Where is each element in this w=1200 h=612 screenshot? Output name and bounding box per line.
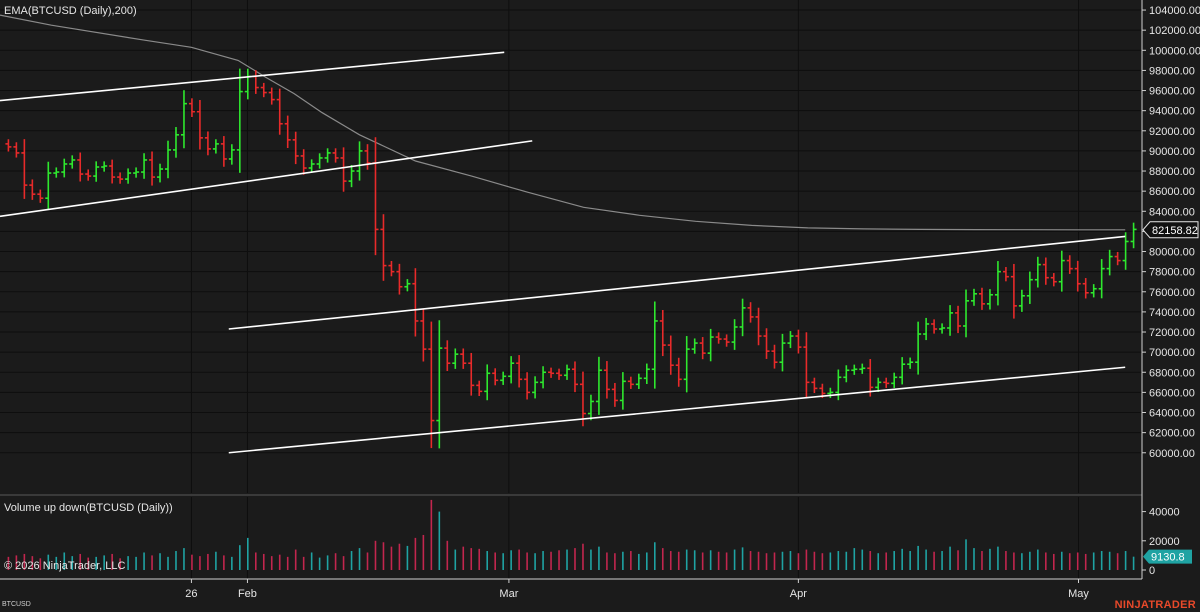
y-tick-label: 100000.00 — [1149, 45, 1200, 57]
volume-tick-label: 40000 — [1149, 507, 1180, 519]
x-tick-label: Mar — [499, 588, 518, 600]
last-price-label: 82158.82 — [1152, 225, 1198, 237]
y-tick-label: 88000.00 — [1149, 166, 1195, 178]
x-tick-label: 26 — [185, 588, 197, 600]
y-tick-label: 94000.00 — [1149, 106, 1195, 118]
volume-indicator-label[interactable]: Volume up down(BTCUSD (Daily)) — [4, 502, 173, 514]
y-tick-label: 86000.00 — [1149, 186, 1195, 198]
y-tick-label: 90000.00 — [1149, 146, 1195, 158]
y-tick-label: 68000.00 — [1149, 367, 1195, 379]
x-tick-label: Apr — [790, 588, 807, 600]
price-chart[interactable]: 60000.00 62000.00 64000.00 66000.00 68000.00… — [0, 0, 1200, 612]
y-tick-label: 98000.00 — [1149, 65, 1195, 77]
y-tick-label: 74000.00 — [1149, 307, 1195, 319]
volume-axis[interactable]: 0 20000 40000 — [1142, 507, 1180, 577]
last-volume-label: 9130.8 — [1151, 552, 1185, 564]
y-tick-label: 84000.00 — [1149, 206, 1195, 218]
ema-indicator-label[interactable]: EMA(BTCUSD (Daily),200) — [4, 5, 137, 17]
price-panel-background — [0, 0, 1142, 493]
y-tick-label: 64000.00 — [1149, 408, 1195, 420]
y-tick-label: 104000.00 — [1149, 5, 1200, 17]
y-tick-label: 72000.00 — [1149, 327, 1195, 339]
copyright-text: © 2026 NinjaTrader, LLC — [4, 560, 126, 572]
volume-tick-label: 20000 — [1149, 536, 1180, 548]
y-tick-label: 96000.00 — [1149, 86, 1195, 98]
symbol-label: BTCUSD — [2, 601, 31, 608]
ninjatrader-logo: NINJATRADER — [1114, 599, 1196, 611]
y-tick-label: 92000.00 — [1149, 126, 1195, 138]
x-tick-label: May — [1068, 588, 1089, 600]
y-tick-label: 80000.00 — [1149, 247, 1195, 259]
x-tick-label: Feb — [238, 588, 257, 600]
volume-tick-label: 0 — [1149, 565, 1155, 577]
y-tick-label: 102000.00 — [1149, 25, 1200, 37]
y-tick-label: 62000.00 — [1149, 428, 1195, 440]
y-tick-label: 66000.00 — [1149, 387, 1195, 399]
time-axis[interactable]: 26 Feb Mar Apr May — [185, 579, 1089, 600]
y-tick-label: 78000.00 — [1149, 267, 1195, 279]
y-tick-label: 70000.00 — [1149, 347, 1195, 359]
y-tick-label: 76000.00 — [1149, 287, 1195, 299]
y-tick-label: 60000.00 — [1149, 448, 1195, 460]
